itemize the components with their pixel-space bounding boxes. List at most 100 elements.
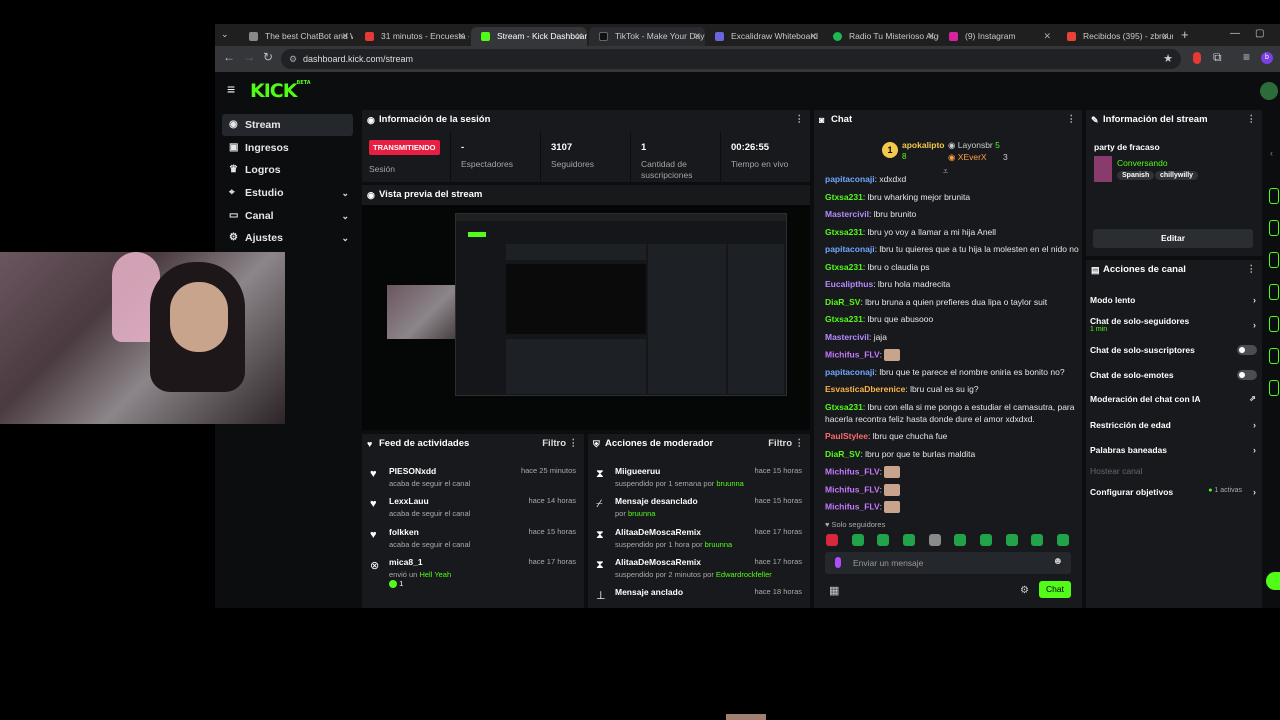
chat-username[interactable]: papitaconaji xyxy=(825,174,875,184)
menu-icon[interactable]: ≡ xyxy=(227,81,235,97)
chat-username[interactable]: Gtxsa231 xyxy=(825,402,863,412)
sidebar-item-canal[interactable]: ▭ Canal ⌄ xyxy=(222,205,353,227)
more-icon[interactable]: ⋮ xyxy=(795,110,805,130)
chat-input[interactable]: Enviar un mensaje ☻ xyxy=(825,552,1071,574)
extensions-icon[interactable]: ⧉ xyxy=(1213,50,1222,65)
chat-username[interactable]: Gtxsa231 xyxy=(825,262,863,272)
minimize-icon[interactable]: — xyxy=(1230,28,1240,39)
emote-icon[interactable] xyxy=(929,534,941,546)
mod-target[interactable]: AlitaaDeMoscaRemix xyxy=(615,557,701,567)
filter-button[interactable]: Filtro xyxy=(768,434,792,454)
sidebar-item-stream[interactable]: ◉ Stream xyxy=(222,114,353,136)
back-icon[interactable]: ← xyxy=(223,50,235,64)
close-icon[interactable]: ✕ xyxy=(457,27,465,46)
widget-icon[interactable] xyxy=(1269,188,1279,204)
maximize-icon[interactable]: ▢ xyxy=(1255,28,1264,39)
more-icon[interactable]: ⋮ xyxy=(1247,110,1257,130)
toggle-solo-emotes[interactable] xyxy=(1237,370,1257,380)
chat-username[interactable]: EsvasticaDberenice xyxy=(825,384,905,394)
browser-tab[interactable]: Recibidos (395) - zbruun ✕ xyxy=(1057,27,1173,46)
close-icon[interactable]: ✕ xyxy=(693,27,701,46)
widget-icon[interactable] xyxy=(1269,348,1279,364)
chat-username[interactable]: Gtxsa231 xyxy=(825,192,863,202)
chat-username[interactable]: Mastercivil xyxy=(825,332,869,342)
widget-icon[interactable] xyxy=(1269,316,1279,332)
emote-icon[interactable] xyxy=(1006,534,1018,546)
gifter-name[interactable]: ◉ XEverX 3 xyxy=(948,152,1008,163)
edit-button[interactable]: Editar xyxy=(1093,229,1253,248)
bookmark-star-icon[interactable]: ★ xyxy=(1163,49,1173,69)
more-icon[interactable]: ⋮ xyxy=(569,434,579,454)
mod-by[interactable]: bruunna xyxy=(716,479,744,488)
browser-tab[interactable]: The best ChatBot and W ✕ xyxy=(239,27,353,46)
close-icon[interactable]: ✕ xyxy=(341,27,349,46)
toggle-solo-suscriptores[interactable] xyxy=(1237,345,1257,355)
emote-icon[interactable] xyxy=(954,534,966,546)
category-link[interactable]: Conversando xyxy=(1117,158,1168,168)
chat-username[interactable]: Michifus_FLV xyxy=(825,466,880,476)
browser-tab[interactable]: Excalidraw Whiteboard ✕ xyxy=(705,27,821,46)
close-icon[interactable]: ✕ xyxy=(927,27,935,46)
action-solo-suscriptores[interactable]: Chat de solo-suscriptores xyxy=(1090,345,1256,355)
emote-icon[interactable] xyxy=(1057,534,1069,546)
chat-username[interactable]: Gtxsa231 xyxy=(825,314,863,324)
close-icon[interactable]: ✕ xyxy=(1161,27,1169,46)
mod-by[interactable]: Edwardrockfeller xyxy=(716,570,772,579)
feed-user[interactable]: PIESONxdd xyxy=(389,466,436,476)
browser-tab[interactable]: TikTok - Make Your Day ✕ xyxy=(589,27,705,46)
action-modo-lento[interactable]: Modo lento › xyxy=(1090,295,1256,305)
browser-tab-active[interactable]: Stream - Kick Dashboard ✕ xyxy=(471,27,587,46)
action-solo-emotes[interactable]: Chat de solo-emotes xyxy=(1090,370,1256,380)
sidebar-item-estudio[interactable]: ⌖ Estudio ⌄ xyxy=(222,182,353,204)
feed-user[interactable]: LexxLauu xyxy=(389,496,429,506)
kick-logo[interactable]: KICKBETA xyxy=(250,80,311,102)
emote-icon[interactable] xyxy=(826,534,838,546)
chat-username[interactable]: Michifus_FLV xyxy=(825,484,880,494)
feed-user[interactable]: folkken xyxy=(389,527,419,537)
chat-username[interactable]: DiaR_SV xyxy=(825,449,860,459)
chat-username[interactable]: papitaconaji xyxy=(825,367,875,377)
action-restriccion-edad[interactable]: Restricción de edad › xyxy=(1090,420,1256,430)
emote-icon[interactable] xyxy=(980,534,992,546)
browser-tab[interactable]: 31 minutos - Encuesta - ...✕ xyxy=(355,27,469,46)
more-icon[interactable]: ⋮ xyxy=(795,434,805,454)
top-gifter-name[interactable]: apokalipto xyxy=(902,140,945,150)
chevron-down-icon[interactable]: ⩡ xyxy=(943,166,948,177)
sidebar-item-ajustes[interactable]: ⚙ Ajustes ⌄ xyxy=(222,227,353,249)
close-icon[interactable]: ✕ xyxy=(575,27,583,46)
tab-search-icon[interactable]: ⌄ xyxy=(221,29,229,40)
more-icon[interactable]: ⋮ xyxy=(1247,260,1257,280)
site-info-icon[interactable]: ⚙ xyxy=(289,49,297,69)
sidebar-item-ingresos[interactable]: ▣ Ingresos xyxy=(222,137,353,159)
chat-username[interactable]: Michifus_FLV xyxy=(825,349,880,359)
browser-tab[interactable]: (9) Instagram ✕ xyxy=(939,27,1055,46)
feed-user[interactable]: mica8_1 xyxy=(389,557,423,567)
mod-by[interactable]: bruunna xyxy=(628,509,656,518)
emoji-icon[interactable]: ☻ xyxy=(1052,556,1063,567)
emote-icon[interactable] xyxy=(1031,534,1043,546)
extension-icon[interactable] xyxy=(1193,52,1201,64)
close-icon[interactable]: ✕ xyxy=(809,27,817,46)
widget-icon[interactable] xyxy=(1269,284,1279,300)
arrow-icon[interactable]: ‹ xyxy=(1270,148,1273,158)
chat-username[interactable]: Michifus_FLV xyxy=(825,501,880,511)
action-moderacion-ia[interactable]: Moderación del chat con IA ⇗ xyxy=(1090,394,1256,404)
widget-icon[interactable] xyxy=(1269,252,1279,268)
chat-username[interactable]: PaulStylee xyxy=(825,431,868,441)
sidebar-item-logros[interactable]: ♛ Logros xyxy=(222,159,353,181)
mod-by[interactable]: bruunna xyxy=(705,540,733,549)
url-field[interactable]: ⚙ dashboard.kick.com/stream ★ xyxy=(281,49,1181,69)
chat-username[interactable]: Gtxsa231 xyxy=(825,227,863,237)
emote-icon[interactable] xyxy=(852,534,864,546)
mod-target[interactable]: AlitaaDeMoscaRemix xyxy=(615,527,701,537)
widget-icon[interactable] xyxy=(1269,380,1279,396)
widget-icon[interactable] xyxy=(1269,220,1279,236)
forward-icon[interactable]: → xyxy=(243,50,255,64)
profile-avatar[interactable]: b xyxy=(1261,52,1273,64)
gifter-name[interactable]: ◉ Layonsbr 5 xyxy=(948,140,1000,151)
action-solo-seguidores[interactable]: Chat de solo-seguidores 1 min › xyxy=(1090,316,1256,333)
chat-username[interactable]: Mastercivil xyxy=(825,209,869,219)
emote-icon[interactable] xyxy=(877,534,889,546)
settings-icon[interactable]: ⚙ xyxy=(1020,585,1029,596)
reading-list-icon[interactable]: ≡ xyxy=(1243,50,1250,64)
